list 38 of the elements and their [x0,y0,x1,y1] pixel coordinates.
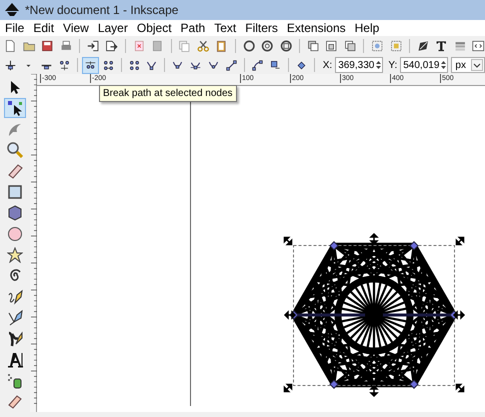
menu-item[interactable]: Text [209,21,240,35]
save-icon[interactable] [41,38,54,54]
break-path-button[interactable] [82,56,99,74]
clone-icon[interactable] [325,38,338,54]
node-editor-tool-button[interactable] [4,98,26,118]
window-title: *New document 1 - Inkscape [25,3,178,17]
menu-item[interactable]: Object [132,21,176,35]
menu-item[interactable]: Layer [92,21,132,35]
menu-item[interactable]: View [58,21,93,35]
scissors-icon[interactable] [196,38,210,54]
unit-dropdown[interactable]: px [451,57,485,73]
revert-icon[interactable] [132,38,146,54]
duplicate-icon[interactable] [306,38,320,54]
coordinate-label: Y: [388,60,398,70]
export-icon[interactable] [105,38,118,54]
ungroup-icon[interactable] [390,38,402,54]
xml-editor-icon[interactable] [472,38,485,54]
spin-arrows-icon[interactable] [440,59,448,71]
clipboard-icon[interactable] [215,38,228,54]
new-document-icon[interactable] [4,38,16,54]
coordinate-field[interactable]: 369,330 [335,57,384,73]
coordinate-field[interactable]: 540,019 [400,57,448,73]
selected-hexagon-pattern-drawing[interactable] [284,233,465,397]
menu-item[interactable]: Filters [240,21,282,35]
group-icon[interactable] [371,38,384,54]
star-tool-button[interactable] [4,245,26,265]
menu-item[interactable]: Edit [28,21,58,35]
menu-item[interactable]: Extensions [282,21,350,35]
import-icon[interactable] [86,38,100,54]
menu-item[interactable]: Help [350,21,384,35]
menu-item[interactable]: Path [176,21,210,35]
caret-icon [470,59,483,71]
menu-item[interactable]: File [0,21,28,35]
coordinate-label: X: [322,60,332,70]
tooltip: Break path at selected nodes [99,85,237,102]
app-logo-icon [4,2,20,18]
unlink-icon[interactable] [344,38,356,54]
spin-arrows-icon[interactable] [375,59,382,71]
